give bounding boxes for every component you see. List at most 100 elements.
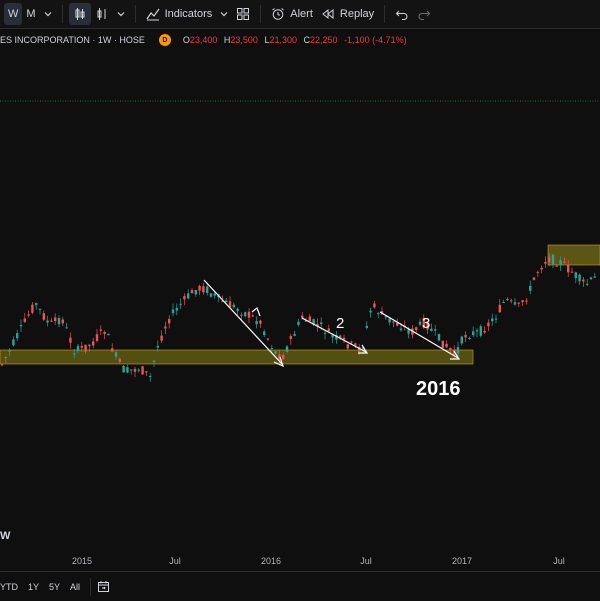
candle-body bbox=[297, 321, 300, 325]
redo-button[interactable] bbox=[413, 3, 435, 25]
candle-body bbox=[31, 304, 34, 313]
low-value: 21,300 bbox=[269, 35, 297, 45]
time-axis[interactable]: 2015 Jul 2016 Jul 2017 Jul bbox=[0, 552, 600, 570]
candle-body bbox=[498, 304, 501, 313]
interval-dropdown-button[interactable] bbox=[40, 3, 56, 25]
candle-body bbox=[8, 349, 11, 352]
candle-body bbox=[156, 345, 159, 348]
chart-type-dropdown-button[interactable] bbox=[113, 3, 129, 25]
candle-body bbox=[99, 329, 102, 331]
open-key: O bbox=[182, 35, 190, 45]
ohlc-values: O23,400 H23,500 L21,300 C22,250 -1,100 (… bbox=[179, 35, 407, 45]
candle-body bbox=[126, 367, 129, 373]
wave-label-3: 3 bbox=[422, 315, 430, 332]
candle-body bbox=[589, 277, 593, 280]
candle-body bbox=[494, 318, 498, 320]
layouts-button[interactable] bbox=[232, 3, 254, 25]
candle-body bbox=[460, 336, 463, 344]
candle-body bbox=[274, 351, 277, 354]
candle-body bbox=[179, 303, 182, 305]
pane-interval-label: W bbox=[0, 530, 11, 542]
chevron-down-icon bbox=[44, 12, 51, 17]
candle-body bbox=[225, 300, 228, 303]
time-axis-tick: Jul bbox=[360, 556, 372, 566]
candle-body bbox=[449, 347, 452, 351]
trend-arrow-2[interactable] bbox=[301, 317, 369, 354]
candle-body bbox=[540, 267, 543, 270]
time-axis-tick: 2016 bbox=[260, 556, 282, 566]
candle-body bbox=[536, 271, 539, 273]
candle-body bbox=[183, 296, 186, 300]
range-all-button[interactable]: All bbox=[70, 582, 80, 592]
time-axis-tick: 2017 bbox=[451, 556, 473, 566]
candle-body bbox=[114, 352, 118, 357]
candle-body bbox=[567, 265, 570, 273]
candle-body bbox=[415, 327, 418, 331]
chart-type-button[interactable] bbox=[91, 3, 113, 25]
candle-body bbox=[308, 316, 311, 322]
candle-body bbox=[130, 369, 133, 371]
candle-body bbox=[529, 285, 532, 291]
symbol-legend: ES INCORPORATION · 1W · HOSE D O23,400 H… bbox=[0, 34, 407, 46]
candle-body bbox=[23, 318, 26, 322]
high-value: 23,500 bbox=[230, 35, 258, 45]
indicators-dropdown-button[interactable] bbox=[216, 3, 232, 25]
candle-body bbox=[152, 360, 156, 362]
candle-body bbox=[563, 261, 566, 263]
interval-monthly-button[interactable]: M bbox=[22, 3, 39, 25]
candle-body bbox=[84, 344, 87, 352]
candle-body bbox=[255, 321, 258, 325]
data-delay-badge[interactable]: D bbox=[158, 34, 171, 46]
candle-body bbox=[369, 310, 372, 313]
undo-button[interactable] bbox=[391, 3, 413, 25]
candle-body bbox=[544, 261, 547, 264]
indicators-button[interactable]: Indicators bbox=[142, 3, 217, 25]
candle-body bbox=[19, 324, 23, 327]
candle-body bbox=[392, 321, 395, 323]
candle-body bbox=[479, 326, 482, 336]
resistance-zone[interactable] bbox=[547, 244, 600, 266]
candle-body bbox=[164, 326, 167, 329]
candle-body bbox=[388, 318, 391, 323]
range-5y-button[interactable]: 5Y bbox=[49, 582, 60, 592]
candle-body bbox=[88, 344, 91, 347]
candle-body bbox=[42, 313, 45, 320]
alert-button[interactable]: Alert bbox=[267, 3, 317, 25]
candle-body bbox=[525, 300, 528, 302]
symbol-title[interactable]: ES INCORPORATION · 1W · HOSE bbox=[0, 35, 145, 45]
price-chart[interactable]: 2 3 bbox=[0, 48, 600, 568]
time-axis-tick: Jul bbox=[169, 556, 181, 566]
wave-label-2: 2 bbox=[336, 315, 344, 332]
candle-body bbox=[190, 290, 194, 294]
candle-body bbox=[365, 325, 368, 329]
chart-style-candles-button[interactable] bbox=[68, 3, 91, 25]
candle-body bbox=[202, 286, 205, 293]
interval-weekly-button[interactable]: W bbox=[4, 3, 23, 25]
support-zone[interactable] bbox=[0, 349, 474, 365]
redo-icon bbox=[418, 10, 431, 20]
range-ytd-button[interactable]: YTD bbox=[0, 582, 18, 592]
candle-body bbox=[441, 340, 444, 348]
candle-body bbox=[586, 283, 589, 285]
candle-body bbox=[354, 343, 357, 346]
candle-body bbox=[396, 322, 399, 326]
candle-body bbox=[175, 307, 178, 311]
candle-body bbox=[570, 271, 574, 273]
candle-body bbox=[548, 257, 551, 263]
toolbar-divider bbox=[61, 5, 63, 23]
candle-body bbox=[266, 338, 270, 340]
toolbar-divider bbox=[384, 5, 386, 23]
candle-body bbox=[551, 254, 555, 265]
top-toolbar: W M Indicators Alert Replay bbox=[0, 0, 600, 29]
candle-body bbox=[198, 285, 201, 291]
replay-button[interactable]: Replay bbox=[317, 3, 378, 25]
candle-body bbox=[270, 348, 273, 350]
candle-body bbox=[475, 330, 479, 332]
candle-body bbox=[346, 344, 349, 349]
range-1y-button[interactable]: 1Y bbox=[28, 582, 39, 592]
candle-body bbox=[285, 346, 289, 352]
candle-body bbox=[559, 260, 562, 266]
candle-body bbox=[57, 317, 61, 325]
candle-body bbox=[582, 279, 585, 282]
calendar-range-icon[interactable] bbox=[97, 580, 110, 593]
